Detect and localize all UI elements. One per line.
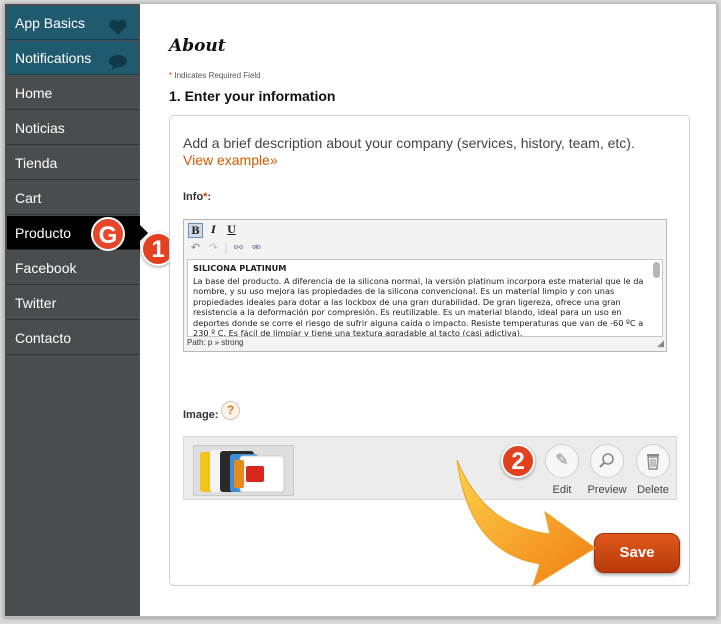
editor-content-heading: SILICONA PLATINUM [193, 263, 287, 273]
unlink-icon[interactable]: ⚮ [249, 240, 264, 255]
sidebar-item-tienda[interactable]: Tienda [7, 146, 138, 180]
magnifier-icon [598, 452, 616, 469]
sidebar-item-noticias[interactable]: Noticias [7, 111, 138, 145]
editor-scrollbar[interactable] [653, 262, 660, 278]
preview-button[interactable] [590, 444, 624, 478]
editor-path-bar: Path: p » strong [187, 338, 244, 347]
link-icon[interactable]: ⚯ [231, 240, 246, 255]
sidebar-item-contacto[interactable]: Contacto [7, 321, 138, 355]
toolbar-divider: | [224, 241, 228, 254]
sidebar-item-label: Home [15, 85, 53, 101]
product-thumbnail [193, 445, 294, 496]
undo-icon[interactable]: ↶ [188, 240, 203, 255]
editor-content-area[interactable]: SILICONA PLATINUM La base del producto. … [187, 259, 663, 337]
editor-toolbar-actions: ↶ ↷ | ⚯ ⚮ [188, 240, 264, 256]
delete-label: Delete [637, 484, 669, 496]
pencil-icon: ✎ [555, 452, 569, 469]
image-box: ✎ Edit Preview Delete [183, 436, 677, 500]
sidebar-item-home[interactable]: Home [7, 76, 138, 110]
sidebar-item-label: Twitter [15, 295, 57, 311]
resize-handle-icon[interactable]: ◢ [657, 338, 664, 349]
info-label-text: Info [183, 191, 204, 203]
underline-button[interactable]: U [224, 223, 239, 238]
editor-content-body: La base del producto. A diferencia de la… [193, 275, 644, 337]
description-text: Add a brief description about your compa… [183, 135, 683, 169]
editor-toolbar-format: B I U [188, 223, 239, 239]
sidebar-item-label: Noticias [15, 120, 65, 136]
rich-text-editor[interactable]: B I U ↶ ↷ | ⚯ ⚮ SILICONA PLATINUM La bas… [183, 219, 667, 352]
help-icon[interactable]: ? [221, 401, 240, 420]
edit-label: Edit [552, 484, 572, 496]
delete-button[interactable] [636, 444, 670, 478]
sidebar-item-label: Contacto [15, 330, 72, 346]
view-example-link[interactable]: View example» [183, 152, 278, 168]
sidebar-item-cart[interactable]: Cart [7, 181, 138, 215]
sidebar-item-label: App Basics [15, 15, 86, 31]
bold-button[interactable]: B [188, 223, 203, 238]
page-title: About [169, 36, 226, 56]
redo-icon[interactable]: ↷ [206, 240, 221, 255]
info-card: Add a brief description about your compa… [169, 115, 690, 586]
info-field-label: Info*: [183, 191, 211, 203]
step-2-badge: 2 [501, 444, 535, 478]
sidebar-item-label: Tienda [15, 155, 58, 171]
section-heading: 1. Enter your information [169, 88, 336, 104]
image-field-label: Image: [183, 409, 219, 421]
edit-button[interactable]: ✎ [545, 444, 579, 478]
sidebar-item-label: Producto [15, 225, 72, 241]
sidebar-item-label: Cart [15, 190, 42, 206]
description-prompt: Add a brief description about your compa… [183, 135, 635, 151]
sidebar: App Basics Notifications Home Noticias T… [5, 4, 148, 616]
required-note-text: Indicates Required Field [174, 71, 261, 80]
sidebar-item-notifications[interactable]: Notifications [7, 41, 138, 75]
required-field-note: * Indicates Required Field [169, 71, 261, 80]
sidebar-item-app-basics[interactable]: App Basics [7, 6, 138, 40]
preview-label: Preview [587, 484, 627, 496]
save-button[interactable]: Save [594, 533, 680, 573]
italic-button[interactable]: I [206, 223, 221, 238]
required-star: * [169, 71, 173, 80]
sidebar-item-facebook[interactable]: Facebook [7, 251, 138, 285]
producto-g-badge: G [91, 217, 125, 251]
sidebar-item-twitter[interactable]: Twitter [7, 286, 138, 320]
app-frame: App Basics Notifications Home Noticias T… [4, 3, 717, 617]
sidebar-item-label: Notifications [15, 50, 92, 66]
sidebar-item-label: Facebook [15, 260, 77, 276]
trash-icon [645, 452, 661, 470]
info-label-colon: : [207, 191, 212, 203]
